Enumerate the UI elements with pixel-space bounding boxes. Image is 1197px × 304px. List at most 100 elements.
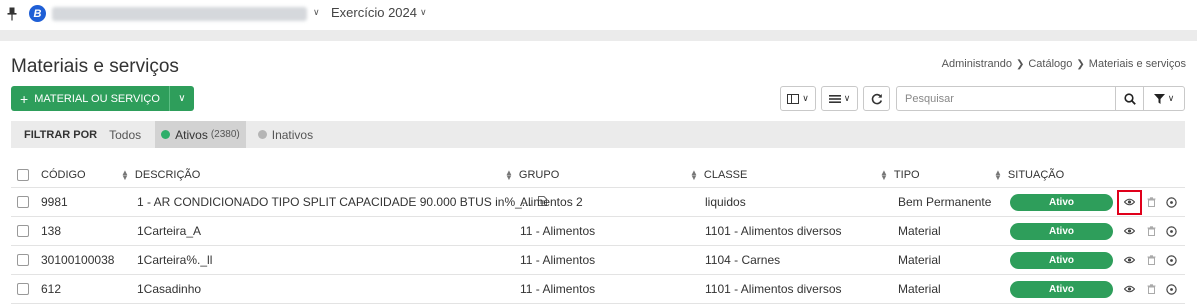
info-icon[interactable] (1164, 253, 1178, 267)
column-header-label: DESCRIÇÃO (134, 168, 201, 181)
row-checkbox[interactable] (17, 283, 29, 295)
info-icon[interactable] (1164, 282, 1178, 296)
cell-descricao: 1Casadinho (137, 275, 201, 303)
cell-classe: 1104 - Carnes (705, 253, 781, 267)
exercise-selector[interactable]: Exercício 2024 ∨ (331, 5, 427, 20)
info-icon[interactable] (1164, 224, 1178, 238)
trash-icon[interactable] (1144, 224, 1158, 238)
table-row[interactable]: 612 1Casadinho 11 - Alimentos 1101 - Ali… (11, 275, 1185, 304)
cell-codigo: 138 (41, 224, 62, 238)
breadcrumb-item[interactable]: Catálogo (1028, 58, 1072, 70)
filter-option-label: Ativos (175, 127, 208, 142)
organization-name[interactable] (52, 7, 307, 21)
search-input[interactable] (896, 86, 1116, 111)
table-row[interactable]: 9981 1 - AR CONDICIONADO TIPO SPLIT CAPA… (11, 188, 1185, 217)
column-header-label: TIPO (893, 168, 920, 181)
row-checkbox[interactable] (17, 254, 29, 266)
eye-icon[interactable] (1122, 253, 1136, 267)
top-bar: B ∨ Exercício 2024 ∨ (0, 0, 1197, 30)
cell-tipo: Material (898, 282, 941, 296)
filter-label: FILTRAR POR (24, 128, 98, 141)
chevron-down-icon: ∨ (178, 93, 186, 104)
col-situacao[interactable]: ▲ ▼ SITUAÇÃO (994, 162, 1064, 187)
column-header-label: SITUAÇÃO (1007, 168, 1065, 181)
delete-action[interactable] (1144, 217, 1158, 245)
add-options-dropdown[interactable]: ∨ (168, 86, 194, 111)
info-icon[interactable] (1164, 195, 1178, 209)
filter-option-ativos[interactable]: Ativos (2380) (155, 121, 246, 148)
row-select-cell (17, 217, 29, 245)
details-action[interactable] (1164, 188, 1178, 216)
eye-icon[interactable] (1122, 224, 1136, 238)
descricao-text: 1Casadinho (137, 282, 202, 296)
delete-action[interactable] (1144, 188, 1158, 216)
cell-tipo: Material (898, 224, 941, 238)
table-row[interactable]: 30100100038 1Carteira%._ll 11 - Alimento… (11, 246, 1185, 275)
col-grupo[interactable]: ▲ ▼ GRUPO (505, 162, 559, 187)
details-action[interactable] (1164, 275, 1178, 303)
table-row[interactable]: 138 1Carteira_A 11 - Alimentos 1101 - Al… (11, 217, 1185, 246)
list-icon (828, 94, 841, 103)
advanced-filter-button[interactable]: ∨ (1143, 86, 1185, 111)
breadcrumb-item[interactable]: Administrando (942, 58, 1012, 70)
descricao-text: 1Carteira_A (137, 224, 202, 238)
add-button-group: + MATERIAL OU SERVIÇO ∨ (11, 86, 194, 111)
view-action[interactable] (1122, 217, 1136, 245)
cell-tipo: Material (898, 253, 941, 267)
status-badge: Ativo (1010, 222, 1113, 240)
view-action[interactable] (1122, 246, 1136, 274)
eye-icon[interactable] (1122, 195, 1136, 209)
materials-table: CÓDIGO ▲ ▼ DESCRIÇÃO ▲ ▼ GRUPO ▲ ▼ CLASSE ▲… (11, 162, 1185, 304)
cell-codigo: 9981 (41, 195, 68, 209)
row-checkbox[interactable] (17, 196, 29, 208)
delete-action[interactable] (1144, 275, 1158, 303)
chevron-right-icon: ❯ (1015, 58, 1025, 70)
col-tipo[interactable]: ▲ ▼ TIPO (880, 162, 920, 187)
cell-grupo: 11 - Alimentos (520, 282, 596, 296)
filter-option-inativos[interactable]: Inativos (252, 121, 319, 148)
sort-icon: ▲ ▼ (121, 167, 129, 182)
select-all-checkbox[interactable] (17, 168, 29, 181)
breadcrumb: Administrando ❯ Catálogo ❯ Materiais e s… (942, 58, 1186, 70)
chevron-right-icon: ❯ (1076, 58, 1085, 70)
breadcrumb-item-current: Materiais e serviços (1088, 58, 1186, 70)
row-checkbox[interactable] (17, 225, 29, 237)
search-button[interactable] (1115, 86, 1144, 111)
eye-icon[interactable] (1122, 282, 1136, 296)
refresh-icon (871, 93, 882, 104)
add-material-button[interactable]: + MATERIAL OU SERVIÇO (11, 86, 169, 111)
cell-classe: 1101 - Alimentos diversos (705, 224, 842, 238)
refresh-button[interactable] (863, 86, 890, 111)
pin-icon[interactable] (7, 7, 17, 21)
exercise-label: Exercício 2024 (331, 5, 417, 20)
row-select-cell (17, 188, 29, 216)
column-header-label: GRUPO (518, 168, 560, 181)
density-button[interactable]: ∨ (821, 86, 858, 111)
sort-icon: ▲ ▼ (690, 167, 698, 182)
filter-option-label: Todos (109, 127, 142, 142)
details-action[interactable] (1164, 217, 1178, 245)
view-action[interactable] (1122, 275, 1136, 303)
descricao-text: 1 - AR CONDICIONADO TIPO SPLIT CAPACIDAD… (137, 195, 532, 209)
col-descricao[interactable]: ▲ ▼ DESCRIÇÃO (121, 162, 200, 187)
filter-option-todos[interactable]: Todos (103, 121, 147, 148)
col-classe[interactable]: ▲ ▼ CLASSE (690, 162, 747, 187)
trash-icon[interactable] (1144, 253, 1158, 267)
details-action[interactable] (1164, 246, 1178, 274)
view-action[interactable] (1122, 188, 1136, 216)
delete-action[interactable] (1144, 246, 1158, 274)
row-select-cell (17, 246, 29, 274)
cell-classe: 1101 - Alimentos diversos (705, 282, 842, 296)
cell-codigo: 30100100038 (41, 253, 115, 267)
inactive-dot-icon (257, 130, 267, 139)
chevron-down-icon[interactable]: ∨ (313, 7, 320, 18)
column-header-label: CÓDIGO (41, 168, 86, 181)
status-badge: Ativo (1010, 280, 1113, 298)
columns-button[interactable]: ∨ (780, 86, 816, 111)
trash-icon[interactable] (1144, 195, 1158, 209)
cell-situacao: Ativo (1010, 188, 1113, 216)
cell-grupo: Alimentos 2 (520, 195, 583, 209)
organization-logo[interactable]: B (29, 5, 46, 22)
trash-icon[interactable] (1144, 282, 1158, 296)
col-codigo[interactable]: CÓDIGO (41, 162, 86, 187)
